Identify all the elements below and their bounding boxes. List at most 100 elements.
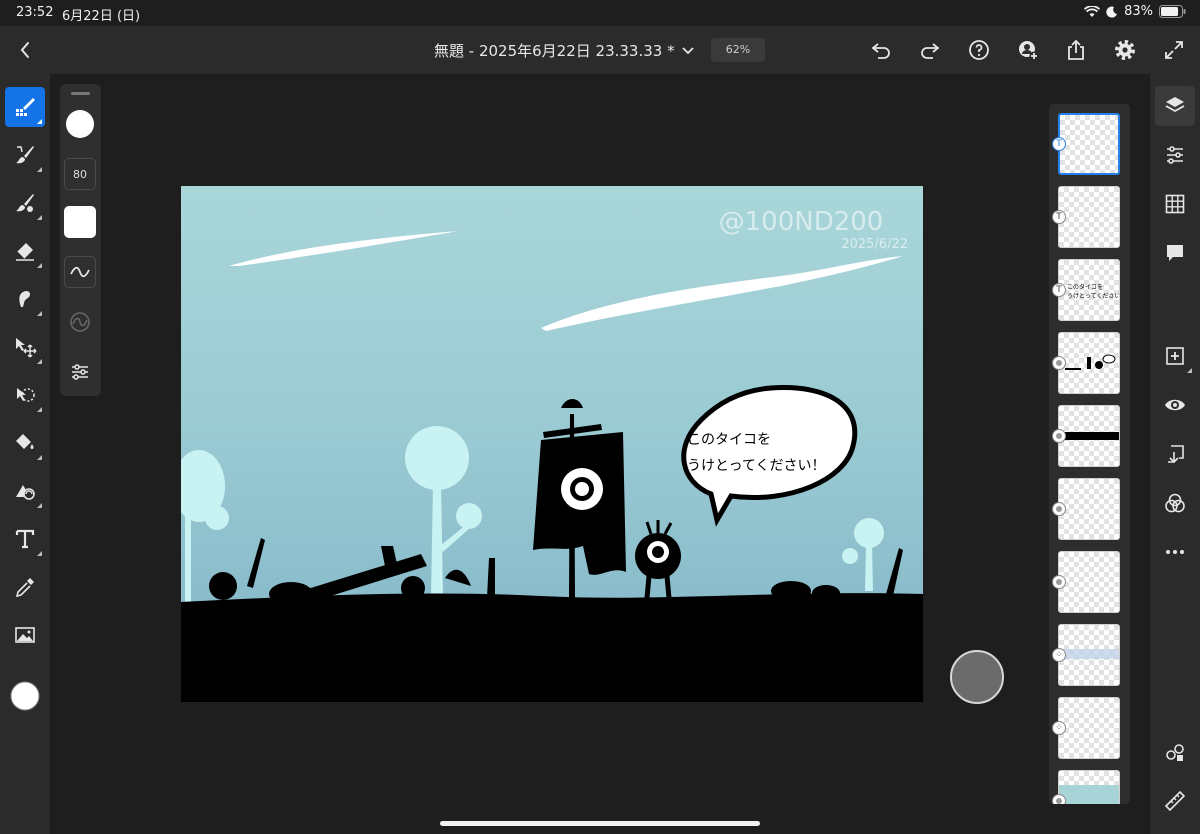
brush-settings-button[interactable] <box>64 356 96 388</box>
blend-mode-button[interactable] <box>1155 483 1195 523</box>
adjustments-button[interactable] <box>1155 135 1195 175</box>
eyedropper-tool[interactable] <box>5 567 45 607</box>
layer-thumbnail[interactable] <box>1058 697 1120 759</box>
artwork-canvas[interactable]: @100ND200 2025/6/22 このタイコを うけとってください！ <box>181 186 923 702</box>
smudge-icon <box>19 290 31 307</box>
layer-thumbnail[interactable] <box>1058 113 1120 175</box>
redo-icon <box>921 43 940 59</box>
share-icon <box>1068 39 1084 60</box>
expand-icon <box>1165 41 1183 59</box>
mixer-brush-icon <box>16 194 34 212</box>
brush-opacity-swatch[interactable] <box>64 206 96 238</box>
stack-view-button[interactable] <box>1155 733 1195 773</box>
pixel-layer-icon <box>1052 794 1066 804</box>
grid-button[interactable] <box>1155 184 1195 224</box>
blend-icon <box>1165 493 1185 513</box>
chevron-down-icon <box>682 47 694 55</box>
layer-thumbnail[interactable] <box>1058 551 1120 613</box>
layer-thumbnail[interactable] <box>1058 332 1120 394</box>
wifi-icon <box>1084 5 1101 17</box>
brush-tip-preview[interactable] <box>64 108 96 140</box>
text-layer-icon: T <box>1052 283 1066 297</box>
tool-options-panel: 80 <box>60 84 101 396</box>
eraser-icon <box>16 243 34 261</box>
document-title[interactable]: 無題 - 2025年6月22日 23.33.33 * <box>434 40 675 61</box>
layers-panel: T T このタイコを うけとってください！ T ⁘ ⁘ <box>1049 104 1130 804</box>
eraser-tool[interactable] <box>5 231 45 271</box>
color-swatch[interactable] <box>5 676 45 716</box>
chevron-left-icon <box>20 42 29 58</box>
move-transform-tool[interactable] <box>5 327 45 367</box>
eyedropper-icon <box>15 578 34 598</box>
lasso-select-tool[interactable] <box>5 375 45 415</box>
layers-panel-button[interactable] <box>1155 86 1195 126</box>
text-tool[interactable] <box>5 519 45 559</box>
liquify-icon <box>16 485 35 500</box>
back-button[interactable] <box>14 38 38 62</box>
pixel-layer-icon <box>1052 575 1066 589</box>
comments-button[interactable] <box>1155 233 1195 273</box>
text-layer-icon: T <box>1052 210 1066 224</box>
smudge-tool[interactable] <box>5 279 45 319</box>
merge-down-icon <box>1168 445 1184 464</box>
right-toolbar <box>1150 74 1200 834</box>
brush-select-tool[interactable] <box>5 87 45 127</box>
layer-visibility-button[interactable] <box>1155 385 1195 425</box>
text-t-icon <box>15 529 35 549</box>
title-menu-button[interactable] <box>680 42 696 58</box>
artwork-date: 2025/6/22 <box>841 237 908 252</box>
battery-icon <box>1159 5 1186 18</box>
add-person-icon <box>1019 41 1039 61</box>
ruler-icon <box>1164 790 1186 812</box>
brush-size-field[interactable]: 80 <box>64 158 96 190</box>
brush-smoothing-button[interactable] <box>64 256 96 288</box>
more-options-button[interactable] <box>1155 532 1195 572</box>
color-swatch-icon <box>10 681 40 711</box>
home-indicator[interactable] <box>440 821 760 826</box>
move-icon <box>16 338 37 358</box>
touch-modifier-button[interactable] <box>950 650 1004 704</box>
more-dots-icon <box>1166 550 1184 554</box>
layer-thumbnail[interactable] <box>1058 624 1120 686</box>
layer-preview-text: このタイコを <box>1067 284 1104 291</box>
ground-silhouette <box>181 593 923 702</box>
layer-thumbnail[interactable]: このタイコを うけとってください！ <box>1058 259 1120 321</box>
grid-icon <box>1165 194 1185 214</box>
paint-brush-tool[interactable] <box>5 135 45 175</box>
merge-down-button[interactable] <box>1155 434 1195 474</box>
shapes-icon <box>1166 744 1184 761</box>
status-bar: 23:52 6月22日 (日) 83% <box>0 0 1200 26</box>
panel-grip-handle[interactable] <box>71 92 90 95</box>
battery-percent: 83% <box>1124 4 1153 19</box>
adjustments-icon <box>1167 146 1183 164</box>
zoom-level[interactable]: 62% <box>711 38 765 62</box>
layer-thumbnail[interactable] <box>1058 770 1120 804</box>
status-icons: 83% <box>1084 4 1186 19</box>
gear-icon <box>1115 40 1135 60</box>
layer-thumbnail[interactable] <box>1058 405 1120 467</box>
pressure-dynamics-button[interactable] <box>64 306 96 338</box>
sliders-icon <box>72 364 88 380</box>
invite-button[interactable] <box>1015 37 1041 63</box>
ruler-button[interactable] <box>1155 781 1195 821</box>
layer-thumbnail[interactable] <box>1058 478 1120 540</box>
image-place-tool[interactable] <box>5 615 45 655</box>
help-button[interactable] <box>966 37 992 63</box>
undo-button[interactable] <box>868 37 894 63</box>
left-toolbar <box>0 74 50 834</box>
liquify-tool[interactable] <box>5 471 45 511</box>
image-icon <box>15 627 35 643</box>
share-button[interactable] <box>1063 37 1089 63</box>
add-layer-button[interactable] <box>1155 336 1195 376</box>
fullscreen-button[interactable] <box>1161 37 1187 63</box>
mixer-brush-tool[interactable] <box>5 183 45 223</box>
layer-preview-text: うけとってください！ <box>1067 293 1120 300</box>
layer-thumbnail[interactable] <box>1058 186 1120 248</box>
moon-icon <box>1106 6 1118 18</box>
add-layer-icon <box>1166 347 1184 365</box>
layers-icon <box>1165 97 1185 113</box>
undo-icon <box>871 43 890 59</box>
settings-button[interactable] <box>1112 37 1138 63</box>
fill-tool[interactable] <box>5 423 45 463</box>
redo-button[interactable] <box>917 37 943 63</box>
